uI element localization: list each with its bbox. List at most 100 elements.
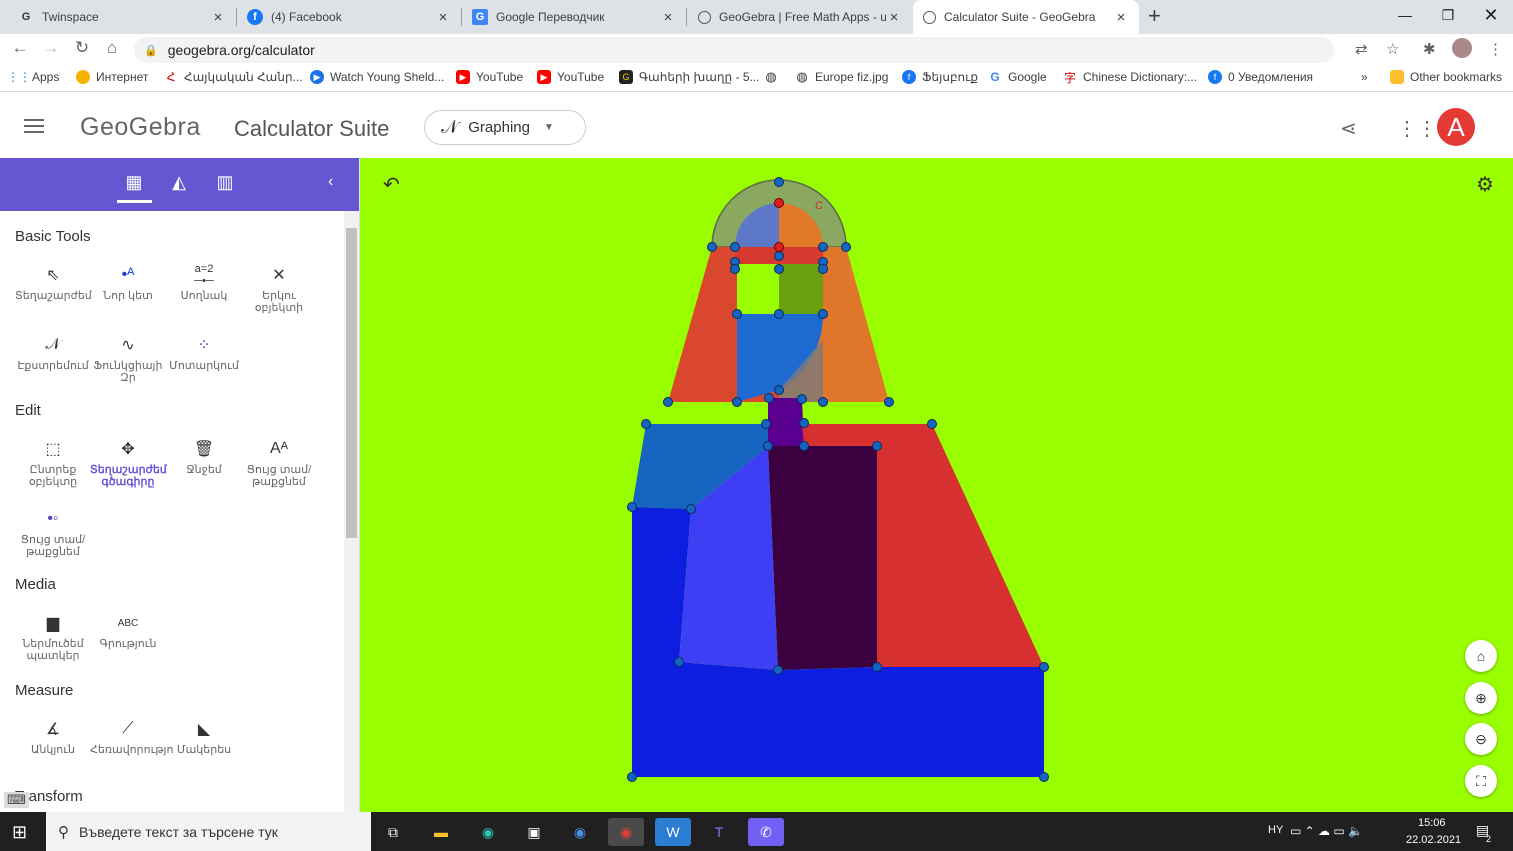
- close-tab-icon[interactable]: ×: [435, 9, 451, 26]
- move-arrow-icon: ⇖: [46, 267, 60, 284]
- clock-time[interactable]: 15:06: [1418, 817, 1446, 829]
- fullscreen-button[interactable]: ⛶: [1465, 765, 1497, 797]
- restore-icon[interactable]: ❐: [1425, 0, 1471, 30]
- tool-slider[interactable]: a=2 ─•─ Սողնակ: [166, 260, 242, 302]
- tool-extremum[interactable]: 𝒩 Էքստրեմում: [15, 330, 91, 372]
- bookmark-facebook[interactable]: f Ֆեյսբուք: [902, 70, 978, 84]
- minimize-icon[interactable]: —: [1382, 0, 1428, 30]
- bookmark-globe[interactable]: ◍: [764, 69, 784, 84]
- keyboard-icon[interactable]: ⌨: [4, 792, 29, 808]
- tool-move-graphics[interactable]: ✥ Տեղաշարժեմ գծագիրը: [90, 434, 167, 488]
- construction-drawing[interactable]: C: [360, 158, 1513, 812]
- back-icon[interactable]: ←: [9, 38, 31, 58]
- section-media: Media: [15, 576, 56, 593]
- bookmark-youtube-1[interactable]: ▶ YouTube: [456, 70, 523, 84]
- bookmark-google[interactable]: G Google: [988, 70, 1046, 84]
- bookmark-game-of-thrones[interactable]: G Գահերի խաղը - 5...: [619, 70, 760, 84]
- undo-icon[interactable]: ↶: [383, 172, 400, 197]
- tool-text[interactable]: ABC Գրություն: [90, 608, 166, 651]
- windows-start-icon[interactable]: ⊞: [12, 822, 27, 843]
- home-icon: ⌂: [1476, 648, 1486, 664]
- close-window-icon[interactable]: ✕: [1468, 0, 1513, 30]
- browser-tab-geogebra[interactable]: GeoGebra | Free Math Apps - use ×: [688, 0, 912, 34]
- translate-page-icon[interactable]: ⇄: [1355, 40, 1368, 58]
- zoom-out-button[interactable]: ⊖: [1465, 723, 1497, 755]
- tool-angle[interactable]: ∡ Անկյուն: [15, 714, 91, 756]
- window-left[interactable]: [737, 264, 779, 314]
- profile-avatar-icon[interactable]: [1452, 38, 1472, 58]
- calculator-tab-icon[interactable]: ▦: [116, 172, 152, 193]
- hamburger-menu-icon[interactable]: [24, 119, 44, 133]
- teams-icon[interactable]: T: [701, 818, 737, 846]
- bookmark-apps[interactable]: ⋮⋮ Apps: [7, 70, 59, 84]
- bookmark-youtube-2[interactable]: ▶ YouTube: [537, 70, 604, 84]
- menu-dots-icon[interactable]: ⋮: [1488, 40, 1503, 58]
- browser-tab-facebook[interactable]: f (4) Facebook ×: [237, 0, 461, 34]
- store-icon[interactable]: ▣: [516, 818, 552, 846]
- bookmark-armenian[interactable]: Հ Հայկական Հանր...: [164, 70, 303, 84]
- site-icon: G: [619, 70, 633, 84]
- tool-intersect[interactable]: ✕ Երկու օբյեկտի: [241, 260, 317, 314]
- close-tab-icon[interactable]: ×: [660, 9, 676, 26]
- bookmark-star-icon[interactable]: ☆: [1386, 40, 1399, 58]
- tool-image[interactable]: ▆ Ներմուծեմ պատկեր: [15, 608, 91, 662]
- graphics-view[interactable]: C: [360, 158, 1513, 812]
- close-tab-icon[interactable]: ×: [210, 9, 226, 26]
- tool-select[interactable]: ⬚ Ընտրեք օբյեկտը: [15, 434, 91, 488]
- browser-tab-calculator-suite[interactable]: Calculator Suite - GeoGebra ×: [913, 0, 1139, 34]
- bookmark-internet[interactable]: Интернет: [76, 70, 148, 84]
- user-avatar[interactable]: A: [1437, 108, 1475, 146]
- bookmark-chinese-dict[interactable]: 字 Chinese Dictionary:...: [1063, 70, 1197, 85]
- home-view-button[interactable]: ⌂: [1465, 640, 1497, 672]
- browser-tab-translate[interactable]: G Google Переводчик ×: [462, 0, 686, 34]
- collapse-panel-icon[interactable]: ‹: [328, 173, 333, 191]
- viber-icon[interactable]: ✆: [748, 818, 784, 846]
- tool-fit-line[interactable]: ⁘ Մոտարկում: [166, 330, 242, 372]
- file-explorer-icon[interactable]: ▬: [423, 818, 459, 846]
- new-tab-icon[interactable]: +: [1148, 5, 1161, 27]
- table-tab-icon[interactable]: ▥: [207, 172, 243, 193]
- tool-delete[interactable]: 🗑 Ջնջեմ: [166, 434, 242, 476]
- edge-icon[interactable]: ◉: [470, 818, 506, 846]
- tool-point[interactable]: •ᴬ Նոր կետ: [90, 260, 166, 302]
- share-icon[interactable]: ⋖: [1340, 116, 1357, 141]
- tool-move[interactable]: ⇖ Տեղաշարժեմ: [15, 260, 92, 302]
- tools-tab-icon[interactable]: ◭: [161, 172, 197, 193]
- tool-show-object[interactable]: •◦ Ցույց տամ/ թաքցնեմ: [15, 504, 91, 558]
- home-icon[interactable]: ⌂: [101, 38, 123, 58]
- facebook-icon: f: [247, 9, 263, 25]
- chrome-icon[interactable]: ◉: [608, 818, 644, 846]
- bookmark-notifications[interactable]: f0 Уведомления: [1208, 70, 1313, 84]
- close-tab-icon[interactable]: ×: [886, 9, 902, 26]
- settings-gear-icon[interactable]: ⚙: [1476, 172, 1494, 197]
- clock-date[interactable]: 22.02.2021: [1406, 834, 1461, 846]
- tool-show-label[interactable]: Aᴬ Ցույց տամ/ թաքցնեմ: [241, 434, 317, 488]
- forward-icon[interactable]: →: [40, 38, 62, 58]
- tray-icons[interactable]: ▭ ⌃ ☁ ▭ 🔈: [1290, 824, 1363, 838]
- close-tab-icon[interactable]: ×: [1113, 9, 1129, 26]
- reload-icon[interactable]: ↻: [71, 38, 93, 58]
- task-view-icon[interactable]: ⧉: [375, 818, 411, 846]
- bookmark-young-sheldon[interactable]: ▶ Watch Young Sheld...: [310, 70, 444, 84]
- chromium-icon[interactable]: ◉: [562, 818, 598, 846]
- tool-roots[interactable]: ∿ Ֆունկցիայի Զր: [90, 330, 166, 384]
- omnibox[interactable]: 🔒 geogebra.org/calculator: [134, 37, 1334, 63]
- extensions-icon[interactable]: ✱: [1423, 40, 1436, 58]
- word-icon[interactable]: W: [655, 818, 691, 846]
- more-bookmarks-button[interactable]: »: [1361, 70, 1368, 84]
- caret-down-icon: ▼: [543, 122, 554, 133]
- tool-distance[interactable]: ⟋ Հեռավորությո: [90, 714, 173, 756]
- app-selector[interactable]: 𝒩 Graphing ▼: [424, 110, 586, 145]
- lower-navy-base[interactable]: [778, 667, 1044, 777]
- tool-area[interactable]: ◣ Մակերես: [166, 714, 242, 756]
- taskbar-search[interactable]: ⚲ Въведете текст за търсене тук: [46, 812, 371, 851]
- zoom-in-button[interactable]: ⊕: [1465, 682, 1497, 714]
- neck-rectangle[interactable]: [768, 398, 804, 446]
- scrollbar-thumb[interactable]: [346, 228, 357, 538]
- browser-tab-twinspace[interactable]: G Twinspace ×: [8, 0, 236, 34]
- lower-dark-rectangle[interactable]: [768, 446, 877, 670]
- window-right[interactable]: [779, 264, 823, 314]
- language-indicator[interactable]: HY: [1268, 824, 1283, 836]
- other-bookmarks[interactable]: Other bookmarks: [1390, 70, 1502, 84]
- bookmark-europe[interactable]: ◍ Europe fiz.jpg: [795, 69, 888, 84]
